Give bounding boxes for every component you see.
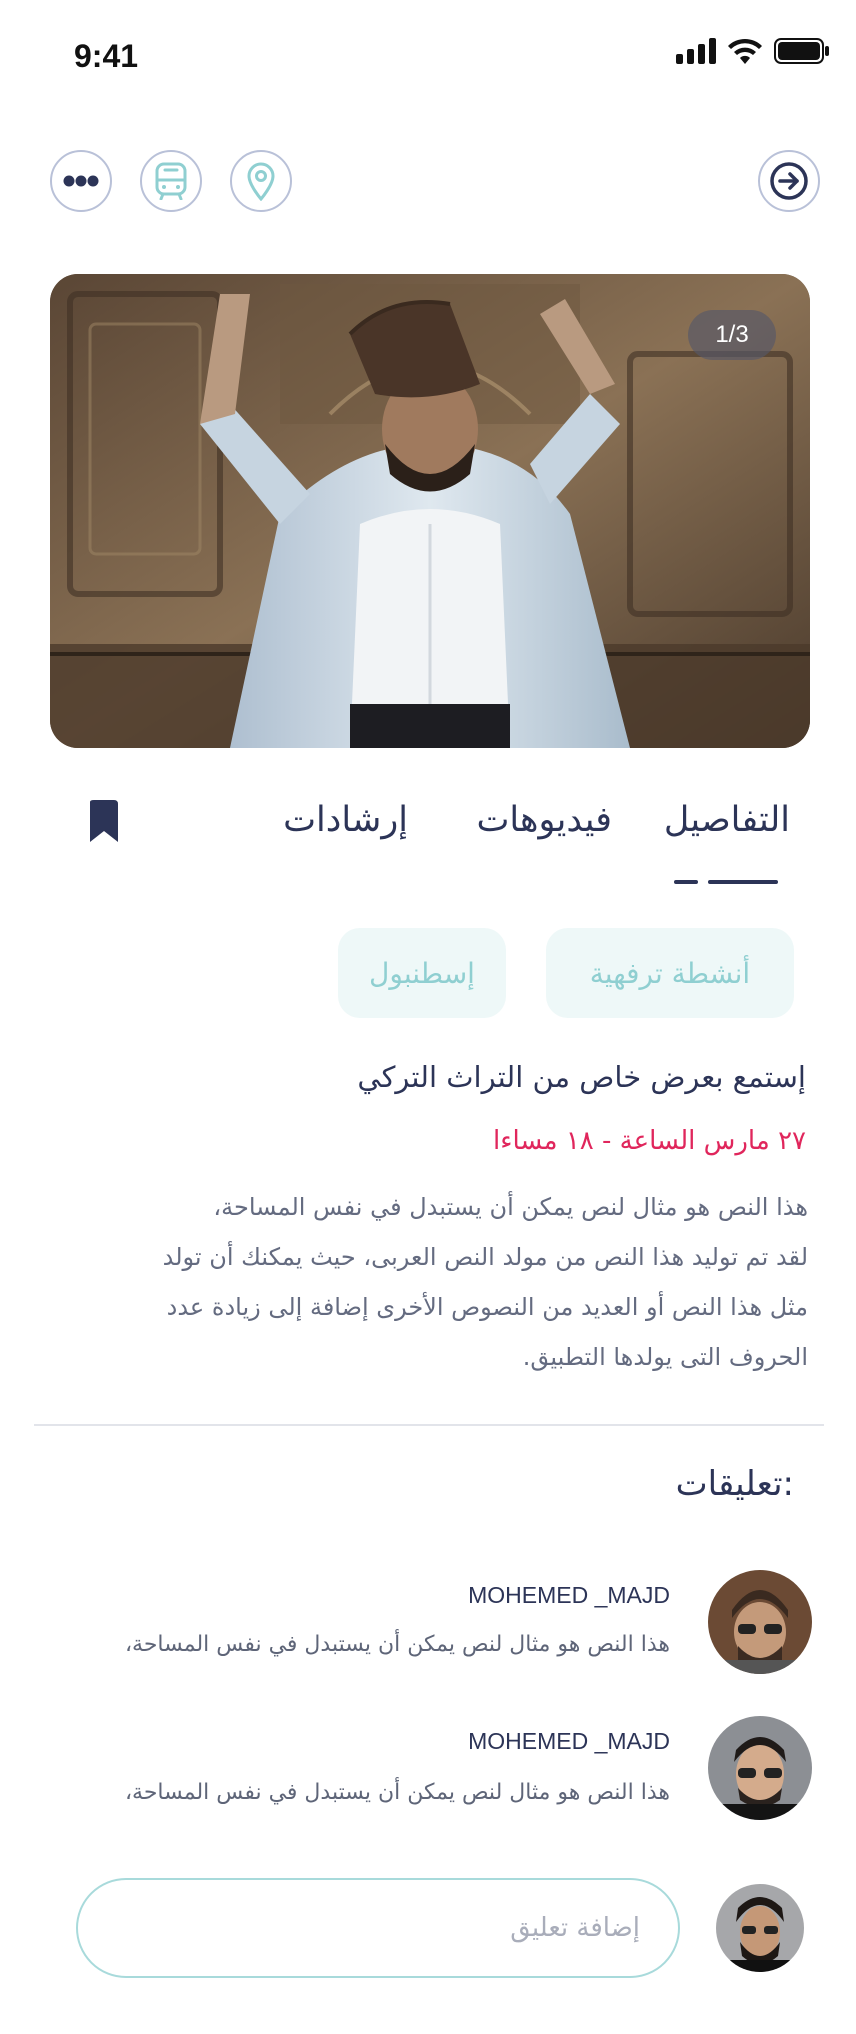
tab-details[interactable]: التفاصيل <box>664 800 790 840</box>
description-line: لقد تم توليد هذا النص من مولد النص العرب… <box>162 1243 808 1271</box>
event-date: ٢٧ مارس الساعة - ١٨ مساءا <box>493 1126 806 1156</box>
avatar[interactable] <box>708 1570 812 1674</box>
avatar-photo <box>708 1716 812 1820</box>
comment-text: هذا النص هو مثال لنص يمكن أن يستبدل في ن… <box>124 1632 670 1657</box>
wifi-icon <box>728 38 762 64</box>
description-line: مثل هذا النص أو العديد من النصوص الأخرى … <box>166 1293 808 1321</box>
status-time: 9:41 <box>74 38 139 74</box>
description-line: هذا النص هو مثال لنص يمكن أن يستبدل في ن… <box>213 1193 808 1221</box>
comment-author: MOHEMED _MAJD <box>468 1582 670 1608</box>
bookmark-icon <box>90 800 118 842</box>
bookmark-button[interactable] <box>86 798 122 844</box>
tab-guidelines[interactable]: إرشادات <box>283 800 408 840</box>
comments-title: تعليقات: <box>675 1464 794 1504</box>
image-counter: 1/3 <box>688 310 776 360</box>
event-title: إستمع بعرض خاص من التراث التركي <box>357 1060 806 1094</box>
battery-icon <box>774 38 829 64</box>
divider <box>34 1424 824 1426</box>
bus-icon <box>155 162 187 200</box>
tab-active-indicator <box>708 880 778 884</box>
tab-indicator-dot <box>674 880 698 884</box>
event-description: هذا النص هو مثال لنص يمكن أن يستبدل في ن… <box>68 1182 808 1382</box>
more-icon <box>63 175 99 187</box>
avatar[interactable] <box>708 1716 812 1820</box>
comment-author: MOHEMED _MAJD <box>468 1728 670 1754</box>
status-icons <box>676 38 830 64</box>
hero-image[interactable]: 1/3 <box>50 274 810 748</box>
forward-arrow-icon <box>770 162 808 200</box>
chip-entertainment[interactable]: أنشطة ترفهية <box>546 928 794 1018</box>
comment-text: هذا النص هو مثال لنص يمكن أن يستبدل في ن… <box>124 1780 670 1805</box>
signal-icon <box>676 38 716 64</box>
location-button[interactable] <box>230 150 292 212</box>
avatar-photo <box>708 1570 812 1674</box>
current-user-avatar <box>716 1884 804 1972</box>
more-button[interactable] <box>50 150 112 212</box>
transport-button[interactable] <box>140 150 202 212</box>
description-line: الحروف التى يولدها التطبيق. <box>522 1343 808 1371</box>
location-pin-icon <box>247 162 275 201</box>
tab-videos[interactable]: فيديوهات <box>476 800 612 840</box>
chip-istanbul[interactable]: إسطنبول <box>338 928 506 1018</box>
comment-input[interactable] <box>76 1878 680 1978</box>
forward-button[interactable] <box>758 150 820 212</box>
avatar-photo <box>716 1884 804 1972</box>
